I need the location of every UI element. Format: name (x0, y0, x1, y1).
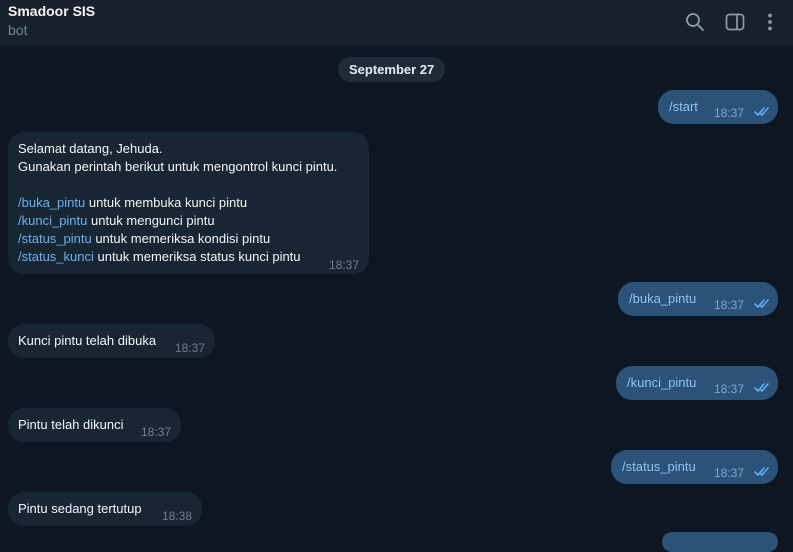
message-bubble-outgoing[interactable]: /start 18:37 (658, 90, 778, 124)
message-bubble-outgoing[interactable]: /status_pintu 18:37 (611, 450, 778, 484)
message-line: /buka_pintu untuk membuka kunci pintu (18, 194, 337, 212)
double-check-icon (754, 107, 769, 116)
double-check-icon (754, 383, 769, 392)
message-time: 18:37 (714, 382, 745, 396)
message-bubble-outgoing[interactable]: /buka_pintu 18:37 (618, 282, 778, 316)
message-time: 18:37 (329, 258, 360, 272)
double-check-icon (754, 299, 769, 308)
message-line: Selamat datang, Jehuda. (18, 141, 163, 156)
double-check-icon (754, 467, 769, 476)
message-text[interactable]: /buka_pintu (629, 290, 696, 308)
command-description: untuk memeriksa status kunci pintu (93, 249, 301, 264)
message-time: 18:37 (141, 425, 172, 439)
message-text: Kunci pintu telah dibuka (18, 333, 157, 348)
message-text[interactable]: /status_pintu (622, 458, 696, 476)
message-time: 18:38 (162, 509, 193, 523)
more-options-icon[interactable] (759, 11, 781, 33)
message-time: 18:37 (175, 341, 206, 355)
message-time: 18:37 (714, 106, 745, 120)
command-link-status-kunci[interactable]: /status_kunci (18, 249, 94, 264)
message-line: /status_pintu untuk memeriksa kondisi pi… (18, 230, 337, 248)
message-text: Selamat datang, Jehuda. Gunakan perintah… (18, 140, 337, 266)
date-separator: September 27 (338, 57, 446, 82)
message-text[interactable]: /start (669, 98, 698, 116)
sidebar-toggle-icon[interactable] (724, 11, 746, 33)
message-time: 18:37 (714, 466, 745, 480)
message-text[interactable]: /kunci_pintu (627, 374, 696, 392)
message-line: /status_kunci untuk memeriksa status kun… (18, 248, 337, 266)
chat-status: bot (8, 22, 28, 38)
message-bubble-outgoing[interactable]: /kunci_pintu 18:37 (616, 366, 778, 400)
command-link-status-pintu[interactable]: /status_pintu (18, 231, 92, 246)
chat-title[interactable]: Smadoor SIS (8, 3, 95, 19)
command-description: untuk mengunci pintu (87, 213, 215, 228)
search-icon[interactable] (684, 11, 706, 33)
message-bubble-incoming[interactable]: Kunci pintu telah dibuka 18:37 (8, 324, 215, 358)
message-line: Gunakan perintah berikut untuk mengontro… (18, 159, 338, 174)
message-line: /kunci_pintu untuk mengunci pintu (18, 212, 337, 230)
command-description: untuk memeriksa kondisi pintu (91, 231, 271, 246)
message-time: 18:37 (714, 298, 745, 312)
command-link-buka-pintu[interactable]: /buka_pintu (18, 195, 85, 210)
message-text: Pintu sedang tertutup (18, 501, 142, 516)
message-bubble-outgoing-partial[interactable] (662, 532, 778, 552)
message-bubble-incoming[interactable]: Pintu sedang tertutup 18:38 (8, 492, 202, 526)
chat-header[interactable]: Smadoor SIS bot (0, 0, 793, 47)
command-description: untuk membuka kunci pintu (85, 195, 248, 210)
message-bubble-incoming[interactable]: Selamat datang, Jehuda. Gunakan perintah… (8, 132, 369, 274)
message-bubble-incoming[interactable]: Pintu telah dikunci 18:37 (8, 408, 181, 442)
message-text: Pintu telah dikunci (18, 417, 124, 432)
command-link-kunci-pintu[interactable]: /kunci_pintu (18, 213, 87, 228)
